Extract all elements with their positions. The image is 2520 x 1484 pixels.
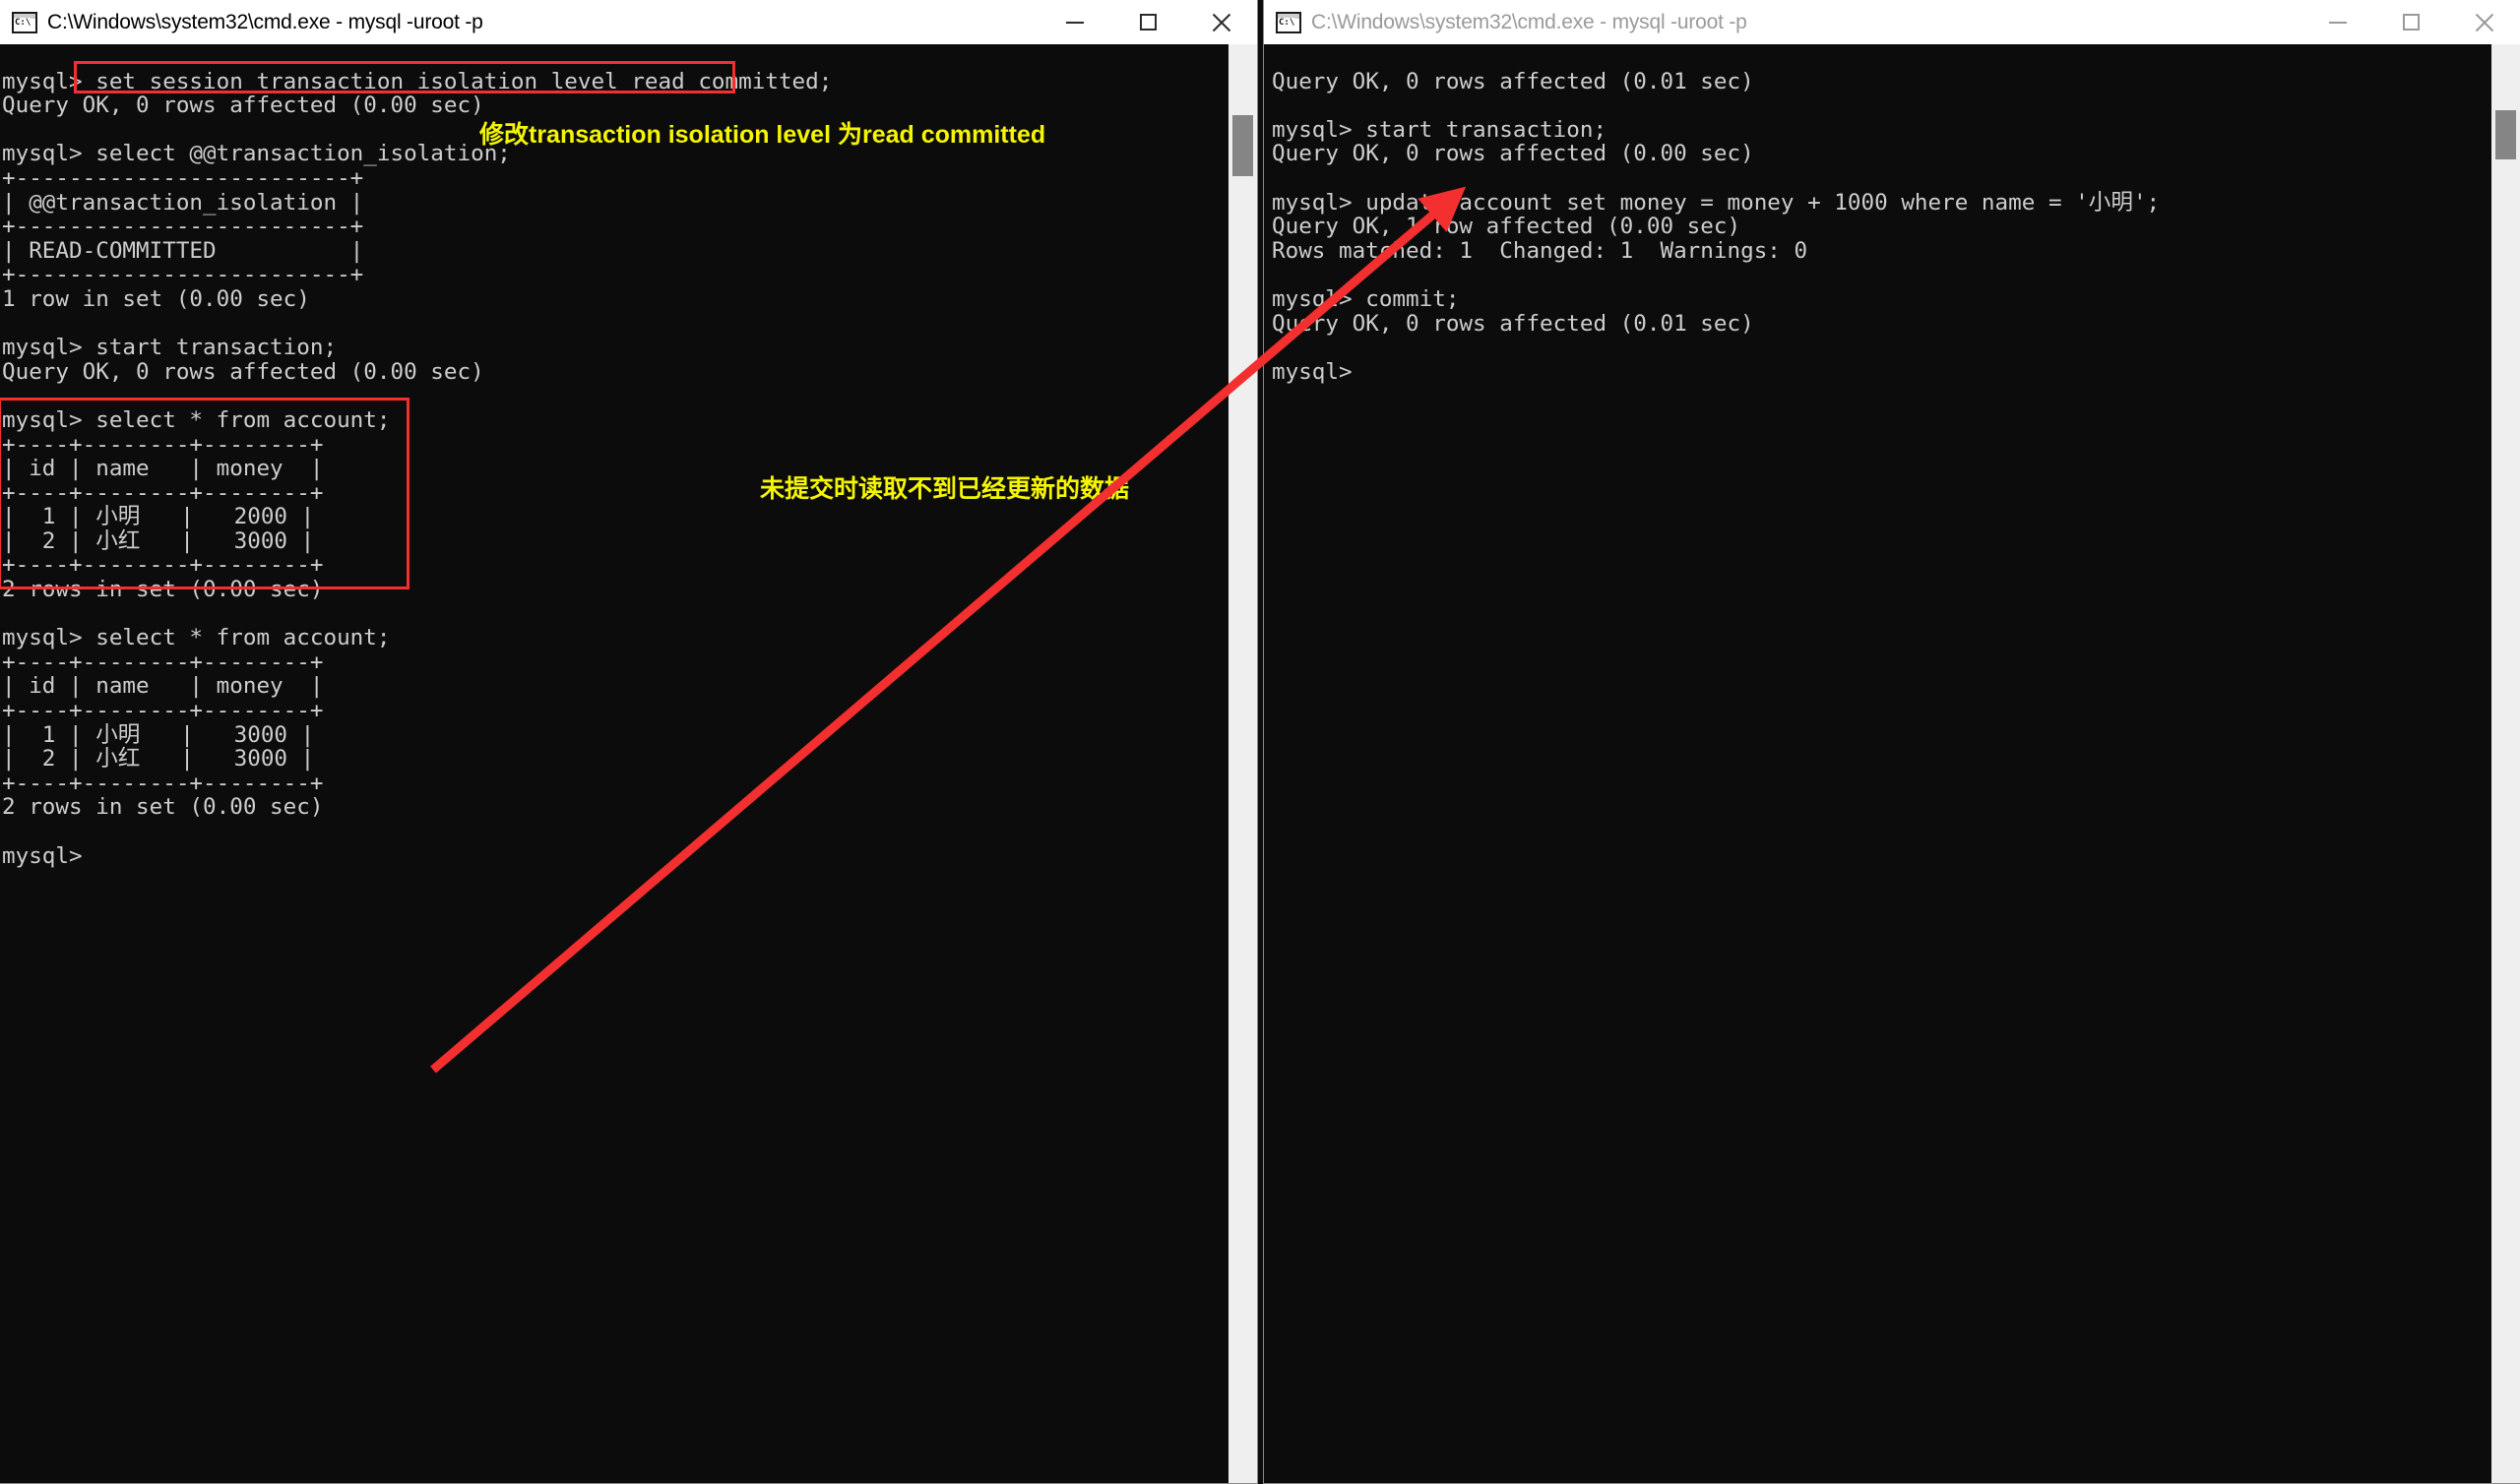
screen: C:\Windows\system32\cmd.exe - mysql -uro… [0,0,2520,1484]
console-area-left[interactable]: mysql> set session transaction isolation… [0,44,1257,1483]
titlebar-right[interactable]: C:\Windows\system32\cmd.exe - mysql -uro… [1264,0,2520,44]
scrollbar-right[interactable] [2491,44,2520,1483]
terminal-output-right[interactable]: Query OK, 0 rows affected (0.01 sec) mys… [1264,67,2160,385]
scrollbar-left[interactable] [1228,44,1257,1483]
minimize-icon [1066,21,1084,24]
window-controls-left [1039,0,1257,44]
cmd-window-right[interactable]: C:\Windows\system32\cmd.exe - mysql -uro… [1263,0,2520,1484]
cmd-console-icon [1276,11,1301,33]
terminal-output-left[interactable]: mysql> set session transaction isolation… [0,67,832,869]
close-icon [1211,13,1230,32]
maximize-button-right[interactable] [2374,0,2447,44]
cmd-console-icon [12,11,37,33]
window-controls-right [2301,0,2520,44]
maximize-icon [1139,14,1157,31]
scrollbar-thumb-left[interactable] [1232,115,1253,176]
minimize-button-left[interactable] [1039,0,1111,44]
titlebar-left[interactable]: C:\Windows\system32\cmd.exe - mysql -uro… [0,0,1257,44]
window-title-right: C:\Windows\system32\cmd.exe - mysql -uro… [1311,10,1747,33]
console-area-right[interactable]: Query OK, 0 rows affected (0.01 sec) mys… [1264,44,2520,1483]
close-button-left[interactable] [1184,0,1257,44]
minimize-button-right[interactable] [2301,0,2374,44]
minimize-icon [2329,21,2347,24]
close-button-right[interactable] [2447,0,2520,44]
maximize-icon [2402,14,2420,31]
window-title-left: C:\Windows\system32\cmd.exe - mysql -uro… [47,10,483,33]
cmd-window-left[interactable]: C:\Windows\system32\cmd.exe - mysql -uro… [0,0,1258,1484]
close-icon [2474,13,2493,32]
scrollbar-thumb-right[interactable] [2495,110,2516,159]
maximize-button-left[interactable] [1111,0,1184,44]
